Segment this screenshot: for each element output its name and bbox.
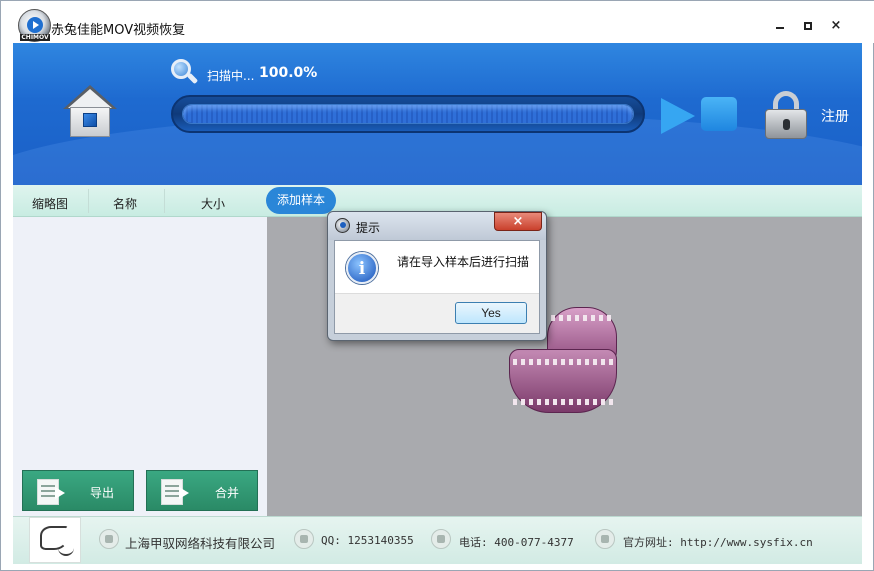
film-holes	[551, 315, 613, 321]
stop-icon[interactable]	[701, 97, 737, 131]
footer-bar: 上海甲驭网络科技有限公司 QQ: 1253140355 电话: 400-077-…	[13, 516, 862, 564]
dialog-title-bar[interactable]: 提示 ×	[328, 212, 546, 240]
title-bar: CHIMOV 赤兔佳能MOV视频恢复 ×	[1, 1, 874, 43]
export-button[interactable]: 导出	[22, 470, 134, 511]
app-window: CHIMOV 赤兔佳能MOV视频恢复 × 扫描中... 100.0% 注册 缩略…	[0, 0, 874, 571]
progress-inner	[182, 104, 634, 124]
app-logo-play-mark	[27, 17, 43, 33]
arrow-right-icon	[55, 487, 65, 499]
film-holes	[513, 399, 613, 405]
logo-horse	[40, 526, 68, 550]
merge-button[interactable]: 合并	[146, 470, 258, 511]
company-name: 上海甲驭网络科技有限公司	[125, 536, 276, 551]
home-roof-inner	[68, 89, 112, 108]
dialog-body: i 请在导入样本后进行扫描 Yes	[334, 240, 540, 334]
lock-icon[interactable]	[765, 91, 807, 141]
window-title: 赤兔佳能MOV视频恢复	[51, 23, 186, 38]
company-logo	[29, 517, 81, 563]
logo-horse-leg	[58, 548, 74, 556]
merge-button-label: 合并	[215, 486, 240, 500]
close-button[interactable]: ×	[825, 15, 847, 37]
register-link[interactable]: 注册	[821, 106, 849, 126]
play-icon[interactable]	[661, 98, 695, 134]
column-divider	[164, 189, 165, 213]
website-link[interactable]: 官方网址: http://www.sysfix.cn	[623, 534, 813, 550]
qq-number: QQ: 1253140355	[321, 534, 414, 547]
scan-header: 扫描中... 100.0% 注册	[13, 43, 862, 185]
dialog-close-button[interactable]: ×	[494, 212, 542, 231]
search-icon	[171, 59, 199, 87]
globe-icon	[595, 529, 615, 549]
dialog-title: 提示	[356, 221, 381, 235]
film-holes	[513, 359, 613, 365]
yes-button[interactable]: Yes	[455, 302, 527, 324]
home-icon[interactable]	[63, 85, 117, 141]
column-size[interactable]: 大小	[201, 195, 225, 212]
column-thumbnail[interactable]: 缩略图	[32, 195, 68, 212]
phone-icon	[431, 529, 451, 549]
home-door	[83, 113, 97, 127]
scan-percent: 100.0%	[259, 65, 318, 81]
qq-penguin-icon	[294, 529, 314, 549]
add-sample-button[interactable]: 添加样本	[266, 187, 336, 214]
column-divider	[88, 189, 89, 213]
maximize-button[interactable]	[797, 15, 819, 37]
minimize-button[interactable]	[769, 15, 791, 37]
info-glyph: i	[358, 259, 366, 279]
building-icon	[99, 529, 119, 549]
scan-status-text: 扫描中...	[207, 69, 255, 83]
dialog-message: 请在导入样本后进行扫描	[397, 255, 530, 269]
export-button-label: 导出	[90, 486, 115, 500]
info-dialog: 提示 × i 请在导入样本后进行扫描 Yes	[327, 211, 547, 341]
phone-number: 电话: 400-077-4377	[459, 536, 574, 549]
progress-fill	[183, 105, 633, 123]
dialog-app-icon	[335, 218, 350, 233]
dialog-footer: Yes	[335, 293, 539, 333]
app-logo-icon: CHIMOV	[18, 9, 51, 42]
app-logo-tag: CHIMOV	[20, 34, 50, 41]
scan-progress-bar	[171, 95, 645, 133]
file-list-panel[interactable]: 导出 合并	[13, 217, 267, 516]
info-icon: i	[346, 252, 378, 284]
search-handle	[186, 72, 199, 85]
column-name[interactable]: 名称	[113, 195, 137, 212]
lock-keyhole	[783, 119, 790, 130]
arrow-right-icon	[179, 487, 189, 499]
